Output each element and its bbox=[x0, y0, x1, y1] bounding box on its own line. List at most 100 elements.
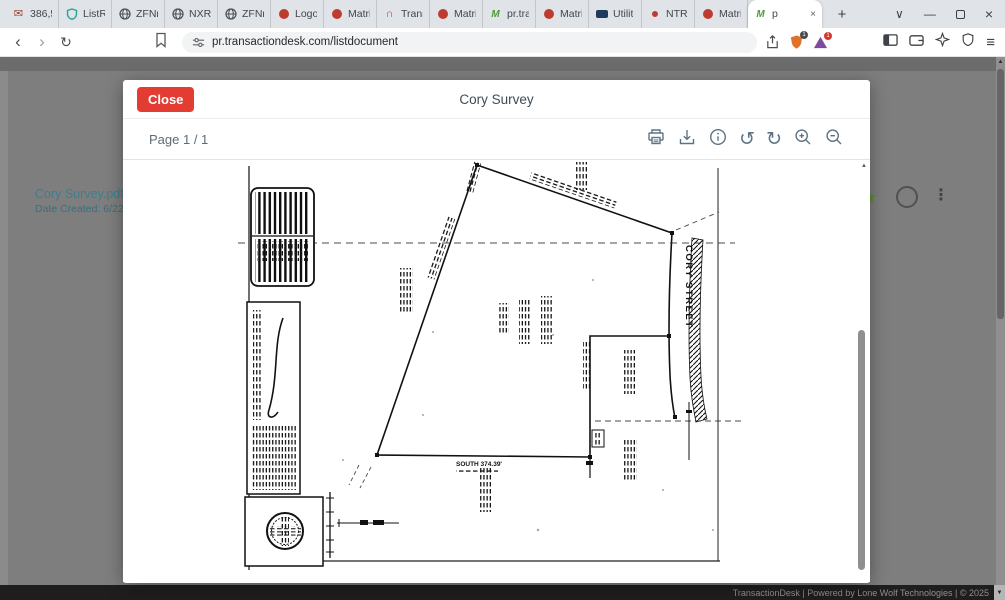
green-m-icon: M bbox=[754, 8, 767, 21]
browser-tab-matrix-1[interactable]: Matri bbox=[324, 0, 377, 28]
download-icon[interactable] bbox=[677, 127, 697, 152]
tab-label: Matri bbox=[454, 8, 476, 20]
red-app-icon bbox=[436, 8, 449, 21]
viewer-scrollbar-thumb[interactable] bbox=[858, 330, 865, 570]
select-checkbox[interactable] bbox=[896, 186, 918, 208]
page-scrollbar[interactable]: ▲ bbox=[996, 57, 1005, 585]
legal-notes-block bbox=[251, 188, 314, 286]
globe-icon bbox=[171, 8, 184, 21]
back-button[interactable]: ‹ bbox=[6, 29, 30, 55]
tab-label: Utilit bbox=[613, 8, 633, 20]
red-loop-icon: ∩ bbox=[383, 8, 396, 21]
browser-tab-ntreis[interactable]: NTRE bbox=[642, 0, 695, 28]
scale-bar bbox=[326, 492, 399, 558]
tab-search-chevron-icon[interactable]: ∨ bbox=[895, 8, 904, 20]
rotate-ccw-icon[interactable]: ↺ bbox=[739, 129, 755, 149]
surveyor-seal bbox=[245, 497, 323, 566]
modal-header: Close Cory Survey bbox=[123, 80, 870, 119]
rotate-cw-icon[interactable]: ↻ bbox=[766, 129, 782, 149]
minimize-button[interactable]: — bbox=[924, 8, 936, 20]
tab-bar: ✉ 386,5 ListR ZFNm NXRV ZFNm bbox=[0, 0, 1005, 28]
info-icon[interactable] bbox=[708, 127, 728, 152]
forward-button[interactable]: › bbox=[30, 29, 54, 55]
scroll-down-arrow-icon[interactable]: ▼ bbox=[994, 585, 1005, 600]
tab-label: Trans bbox=[401, 8, 423, 20]
interior-features bbox=[586, 402, 692, 478]
red-app-icon bbox=[542, 8, 555, 21]
browser-tab-logo[interactable]: Logo bbox=[271, 0, 324, 28]
address-bar: ‹ › ↻ pr.transactiondesk.com/listdocumen… bbox=[0, 28, 1005, 57]
restore-button[interactable] bbox=[956, 10, 965, 19]
browser-tab-zfn-2[interactable]: ZFNm bbox=[218, 0, 271, 28]
tab-close-icon[interactable]: × bbox=[810, 9, 816, 20]
kebab-menu-icon[interactable]: ⋮ bbox=[933, 185, 949, 205]
wallet-icon[interactable] bbox=[909, 33, 924, 52]
browser-window: ✉ 386,5 ListR ZFNm NXRV ZFNm bbox=[0, 0, 1005, 600]
red-app-icon bbox=[701, 8, 714, 21]
shield-outline-icon[interactable] bbox=[961, 32, 975, 52]
alert-triangle-icon[interactable]: 1 bbox=[813, 35, 828, 50]
browser-tab-zfn-1[interactable]: ZFNm bbox=[112, 0, 165, 28]
tab-label: Logo bbox=[295, 8, 317, 20]
shield-badge: 1 bbox=[800, 31, 808, 39]
zoom-in-icon[interactable] bbox=[793, 127, 813, 152]
tab-label: Matri bbox=[719, 8, 741, 20]
scroll-up-arrow-icon[interactable]: ▲ bbox=[996, 59, 1005, 65]
tab-label: ZFNm bbox=[242, 8, 264, 20]
sidebar-toggle-icon[interactable] bbox=[883, 33, 898, 52]
site-settings-icon[interactable] bbox=[192, 36, 205, 49]
modal-title: Cory Survey bbox=[459, 92, 533, 107]
page-left-edge bbox=[0, 71, 8, 585]
scan-text-noise bbox=[400, 162, 637, 512]
red-app-icon bbox=[277, 8, 290, 21]
page-header-band bbox=[0, 57, 1005, 71]
tab-label: NTRE bbox=[666, 8, 688, 20]
new-tab-button[interactable]: + bbox=[832, 6, 852, 23]
browser-tab-mail[interactable]: ✉ 386,5 bbox=[6, 0, 59, 28]
nav-mid-icons: 1 1 bbox=[765, 34, 828, 50]
document-file-name[interactable]: Cory Survey.pdf bbox=[35, 187, 124, 201]
browser-tab-matrix-2[interactable]: Matri bbox=[430, 0, 483, 28]
url-text[interactable]: pr.transactiondesk.com/listdocument bbox=[212, 36, 398, 48]
tab-label: 386,5 bbox=[30, 8, 52, 20]
alert-badge: 1 bbox=[824, 32, 832, 40]
nav-right-icons: ≡ bbox=[883, 32, 995, 52]
sparkle-icon[interactable] bbox=[935, 32, 950, 52]
browser-tab-transactiondesk[interactable]: ∩ Trans bbox=[377, 0, 430, 28]
green-m-icon: M bbox=[489, 8, 502, 21]
window-controls: ∨ — × bbox=[895, 8, 993, 20]
menu-icon[interactable]: ≡ bbox=[986, 34, 995, 51]
reload-button[interactable]: ↻ bbox=[54, 29, 78, 55]
teal-shield-icon bbox=[65, 8, 78, 21]
close-button[interactable]: Close bbox=[137, 87, 194, 112]
print-icon[interactable] bbox=[646, 127, 666, 152]
browser-tab-matrix-3[interactable]: Matri bbox=[536, 0, 589, 28]
brave-shield-icon[interactable]: 1 bbox=[789, 34, 804, 50]
share-icon[interactable] bbox=[765, 34, 780, 50]
browser-tab-prtra[interactable]: M pr.tra bbox=[483, 0, 536, 28]
browser-tab-matrix-4[interactable]: Matri bbox=[695, 0, 748, 28]
title-block bbox=[247, 302, 300, 494]
tab-label: pr.tra bbox=[507, 8, 529, 20]
document-date-created: Date Created: 6/22 bbox=[35, 203, 124, 215]
footer-text: TransactionDesk | Powered by Lone Wolf T… bbox=[733, 588, 989, 598]
zoom-out-icon[interactable] bbox=[824, 127, 844, 152]
browser-tab-listreports[interactable]: ListR bbox=[59, 0, 112, 28]
bookmark-icon[interactable] bbox=[154, 32, 168, 53]
viewer-scroll-up-icon[interactable]: ▲ bbox=[861, 163, 867, 169]
window-close-button[interactable]: × bbox=[985, 8, 993, 20]
document-viewer[interactable]: CORY STREET bbox=[123, 159, 870, 582]
browser-tab-active[interactable]: M p × bbox=[748, 0, 822, 28]
url-bar[interactable]: pr.transactiondesk.com/listdocument bbox=[182, 32, 757, 53]
red-app-icon bbox=[330, 8, 343, 21]
street-name-label: CORY STREET bbox=[683, 245, 694, 329]
page-scrollbar-thumb[interactable] bbox=[997, 69, 1004, 319]
viewer-tool-icons: ↺ ↻ bbox=[646, 127, 844, 152]
browser-tab-utilities[interactable]: Utilit bbox=[589, 0, 642, 28]
tab-label: ZFNm bbox=[136, 8, 158, 20]
browser-tab-nxr[interactable]: NXRV bbox=[165, 0, 218, 28]
page-area: Cory Survey.pdf Date Created: 6/22 ★ ⋮ ▲… bbox=[0, 57, 1005, 585]
tab-label: Matri bbox=[560, 8, 582, 20]
red-donut-icon bbox=[648, 8, 661, 21]
tab-label: NXRV bbox=[189, 8, 211, 20]
